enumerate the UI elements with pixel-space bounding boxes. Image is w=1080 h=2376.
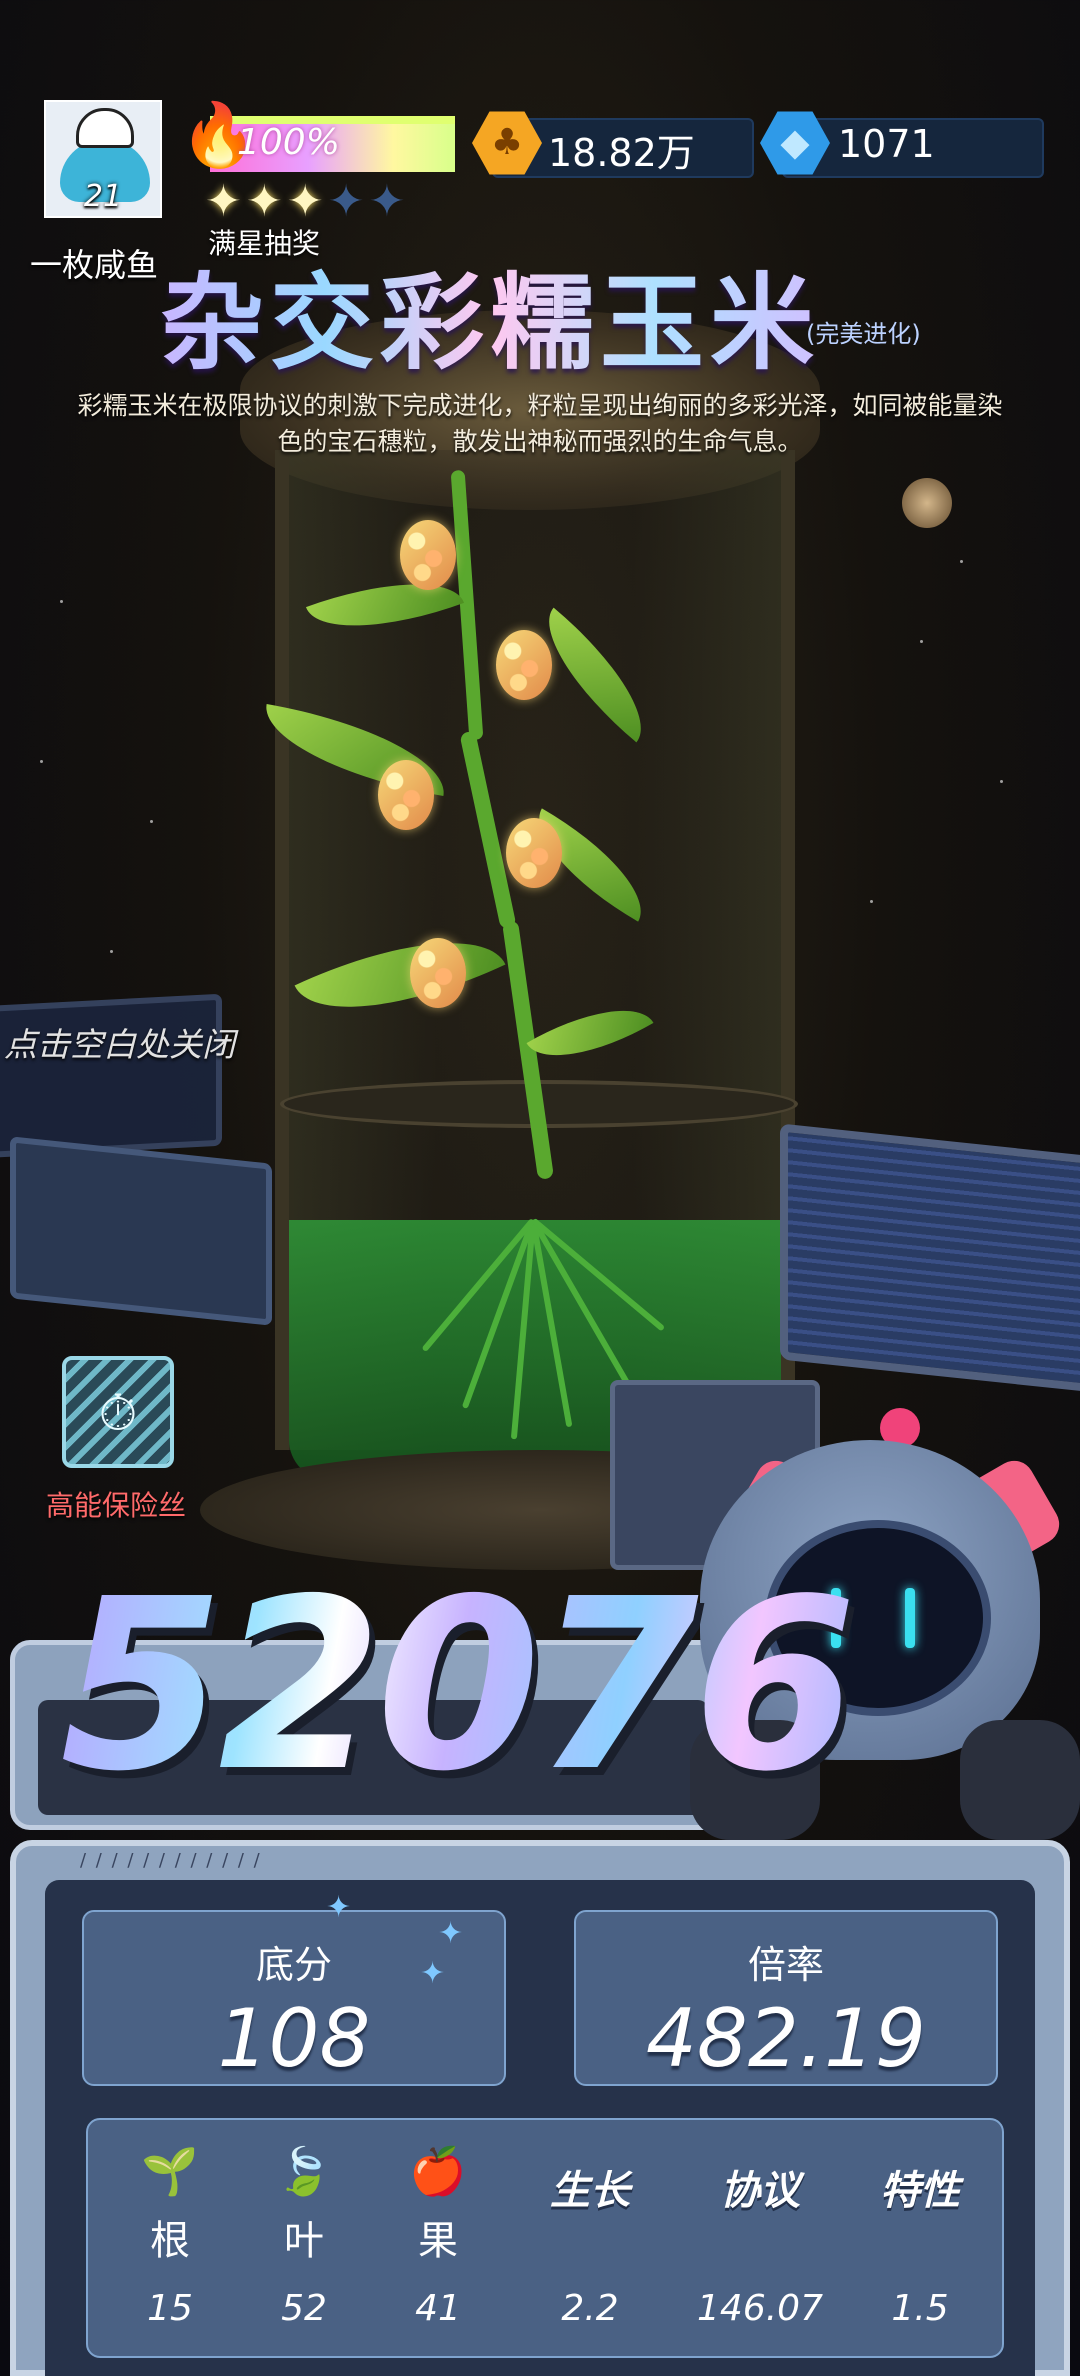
corn-cob <box>496 630 552 700</box>
coin-value: 18.82万 <box>548 131 695 175</box>
player-name: 一枚咸鱼 <box>30 246 159 284</box>
side-console <box>10 1136 272 1326</box>
panel-vent: / / / / / / / / / / / / <box>80 1850 262 1871</box>
star-empty-icon: ✦ <box>368 176 410 227</box>
leaf-icon: 🍃 <box>275 2144 333 2198</box>
star-icon: ✦ <box>205 176 246 227</box>
attribute-table: 🌱 根 15 🍃 叶 52 🍎 果 41 生长 2.2 协议 146.07 特性… <box>86 2118 1004 2358</box>
fuse-label: 高能保险丝 <box>46 1489 187 1522</box>
item-description: 彩糯玉米在极限协议的刺激下完成进化，籽粒呈现出绚丽的多彩光泽，如同被能量染色的宝… <box>77 391 1003 456</box>
attr-leaf: 🍃 叶 52 <box>234 2140 374 2340</box>
corn-cob <box>400 520 456 590</box>
attr-protocol: 协议 146.07 <box>697 2168 823 2329</box>
stopwatch-icon: ⏱ <box>98 1384 138 1442</box>
sparkle-icon: ✦ <box>326 1890 352 1925</box>
attr-trait: 特性 1.5 <box>880 2168 960 2329</box>
attr-fruit: 🍎 果 41 <box>368 2140 508 2340</box>
multiplier-label: 倍率 <box>747 1943 824 1987</box>
apple-icon: 🍎 <box>409 2144 467 2198</box>
gem-value: 1071 <box>838 122 935 166</box>
attr-root: 🌱 根 15 <box>100 2140 240 2340</box>
evolution-tag: (完美进化) <box>806 320 921 348</box>
close-hint[interactable]: 点击空白处关闭 <box>4 1018 235 1066</box>
sparkle-icon: ✦ <box>438 1916 464 1951</box>
energy-meter: 🔥 100% <box>175 78 455 174</box>
fuse-button[interactable]: ⏱ <box>62 1356 174 1468</box>
total-score: 52076 <box>60 1548 857 1823</box>
corn-cob <box>506 818 562 888</box>
sparkle-icon: ✦ <box>420 1956 446 1991</box>
corn-cob <box>410 938 466 1008</box>
item-title: 杂交彩糯玉米 <box>160 238 820 389</box>
star-empty-icon: ✦ <box>327 176 369 227</box>
attr-growth: 生长 2.2 <box>550 2168 630 2329</box>
star-icon: ✦ <box>245 176 287 227</box>
star-rating[interactable]: ✦✦✦✦✦ <box>205 176 409 227</box>
star-icon: ✦ <box>286 176 328 227</box>
robot-eye <box>905 1588 915 1648</box>
avatar[interactable]: 21 <box>44 100 162 218</box>
base-score-value: 108 <box>217 1992 371 2085</box>
multiplier-box: 倍率 482.19 <box>574 1910 998 2086</box>
player-level: 21 <box>83 179 123 214</box>
chef-hat-icon <box>76 108 134 148</box>
robot-hand <box>960 1720 1080 1840</box>
sprout-icon: 🌱 <box>141 2144 199 2198</box>
energy-percent: 100% <box>237 122 340 163</box>
multiplier-value: 482.19 <box>646 1992 926 2085</box>
corn-cob <box>378 760 434 830</box>
right-monitor <box>780 1123 1080 1393</box>
